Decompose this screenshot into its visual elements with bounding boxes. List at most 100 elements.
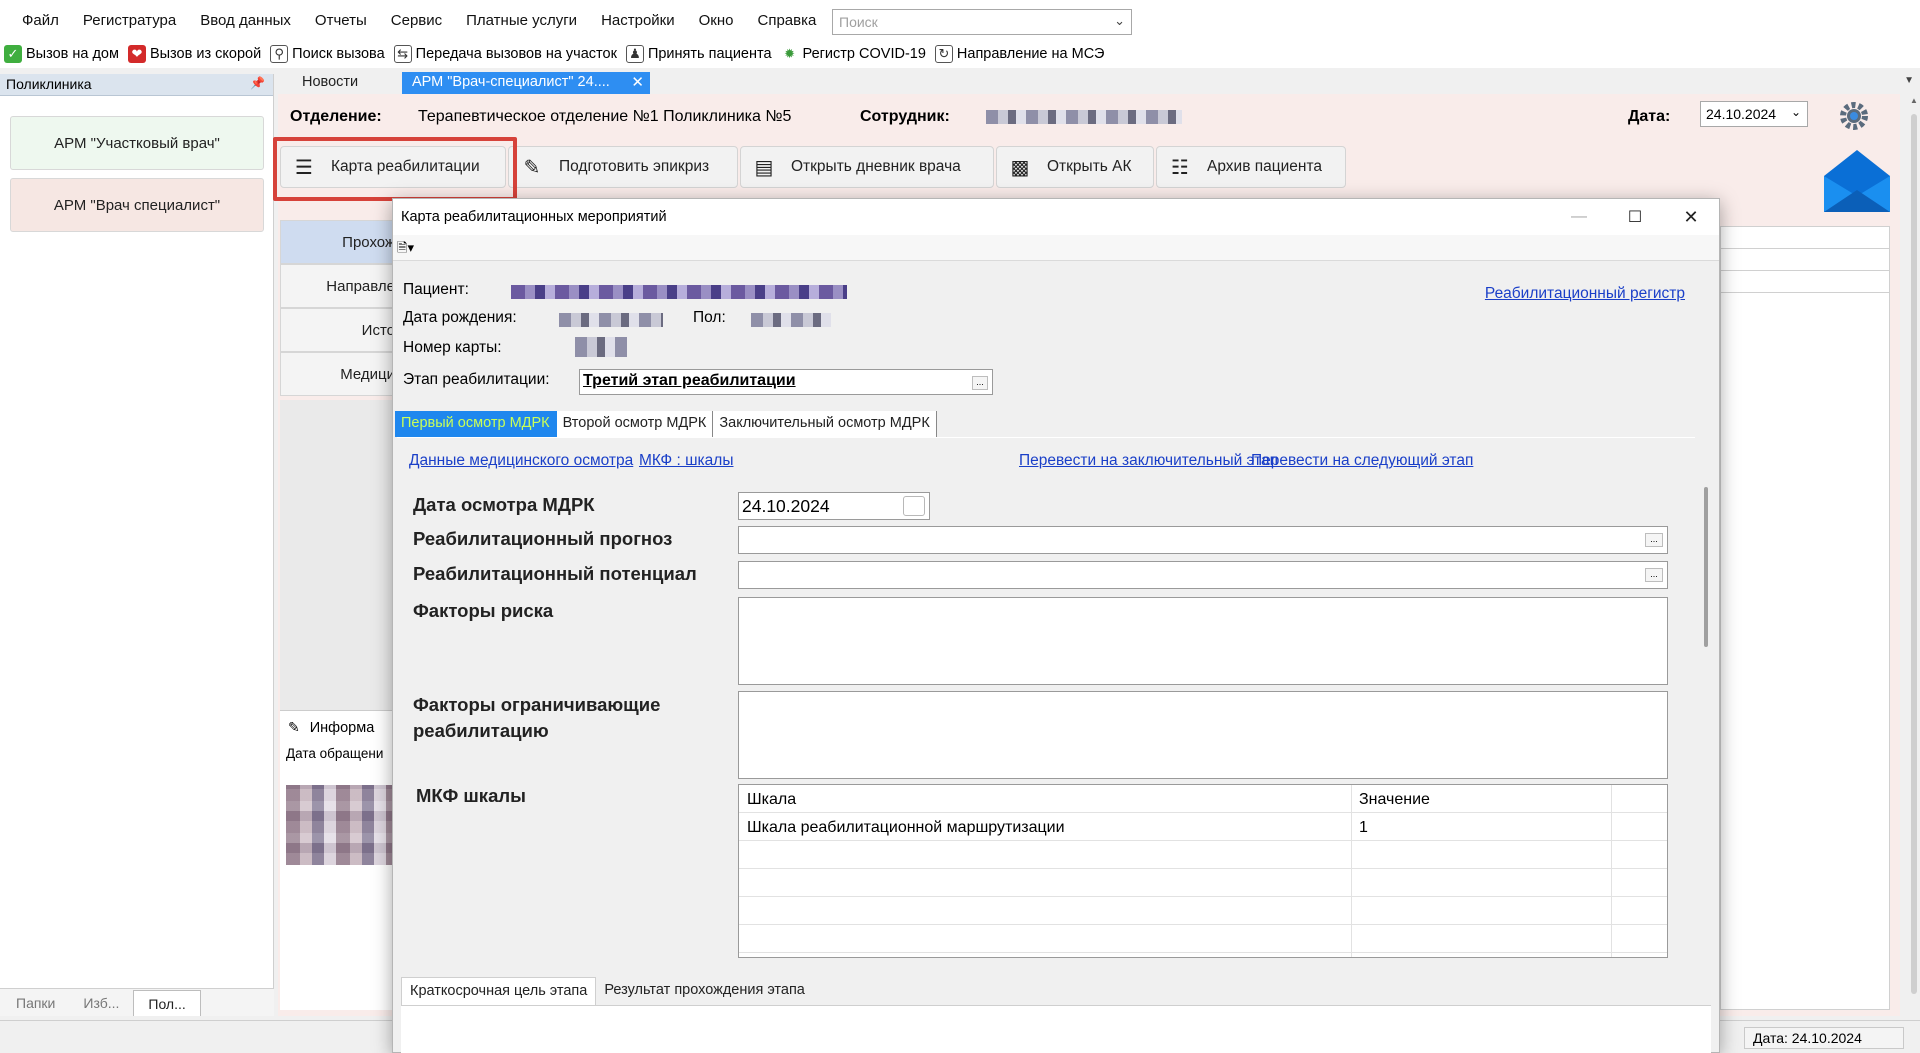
pin-icon[interactable]: 📌 — [250, 76, 265, 90]
menu-settings[interactable]: Настройки — [589, 12, 687, 29]
grid-header-row: Шкала Значение — [739, 785, 1667, 813]
menu-data-entry[interactable]: Ввод данных — [188, 12, 303, 29]
tab-favorites[interactable]: Изб... — [69, 990, 133, 1016]
close-icon[interactable]: ✕ — [1663, 199, 1719, 235]
stage-bottom-tabs: Краткосрочная цель этапа Результат прохо… — [401, 977, 813, 1005]
mkf-scales-grid: Шкала Значение Шкала реабилитационной ма… — [738, 784, 1668, 958]
grid-header-scale[interactable]: Шкала — [747, 791, 796, 809]
heart-icon: ❤ — [127, 45, 146, 63]
tab-first-exam[interactable]: Первый осмотр МДРК — [395, 411, 557, 437]
mse-referral-label: Направление на МСЭ — [956, 46, 1105, 62]
department-value: Терапевтическое отделение №1 Поликлиника… — [418, 108, 792, 125]
tab-short-term-goal[interactable]: Краткосрочная цель этапа — [401, 977, 597, 1005]
medical-exam-link[interactable]: Данные медицинского осмотра — [409, 452, 633, 470]
covid-registry-button[interactable]: ✹ Регистр COVID-19 — [779, 45, 930, 63]
grid-header-value[interactable]: Значение — [1359, 791, 1430, 809]
search-call-button[interactable]: ⚲ Поиск вызова — [268, 45, 389, 63]
rehab-card-button[interactable]: ☰ Карта реабилитации — [273, 137, 517, 201]
scrollbar-thumb[interactable] — [1704, 487, 1708, 647]
chevron-down-icon[interactable]: ⌄ — [1791, 105, 1801, 119]
prognosis-input[interactable]: ... — [738, 526, 1668, 554]
date-picker[interactable]: 24.10.2024 ⌄ — [1700, 101, 1808, 127]
prepare-epicrisis-button[interactable]: ✎ Подготовить эпикриз — [508, 146, 738, 188]
search-input[interactable]: Поиск ⌄ — [832, 9, 1132, 35]
potential-input[interactable]: ... — [738, 561, 1668, 589]
maximize-icon[interactable]: ☐ — [1607, 199, 1663, 235]
blurred-content — [286, 785, 396, 865]
epicrisis-icon: ✎ — [523, 156, 541, 179]
employee-value-blurred — [986, 110, 1182, 124]
chevron-down-icon[interactable]: ▼ — [1904, 75, 1914, 86]
ambulance-call-button[interactable]: ❤ Вызов из скорой — [126, 45, 265, 63]
ellipsis-button[interactable]: ... — [1645, 533, 1663, 547]
tab-arm-specialist[interactable]: АРМ "Врач-специалист" 24.... ✕ — [402, 72, 650, 94]
tab-stage-result[interactable]: Результат прохождения этапа — [596, 977, 813, 1005]
menu-reports[interactable]: Отчеты — [303, 12, 379, 29]
side-nav-item-medical[interactable]: Медици — [280, 352, 400, 396]
accept-patient-button[interactable]: ♟ Принять пациента — [624, 45, 776, 63]
scrollbar-thumb[interactable] — [1911, 114, 1917, 994]
to-next-stage-link[interactable]: Перевести на следующий этап — [1251, 452, 1473, 470]
side-nav-item-passing[interactable]: Прохож — [280, 220, 400, 264]
close-icon[interactable]: ✕ — [631, 73, 644, 91]
gear-icon[interactable] — [1838, 100, 1870, 132]
tab-folders[interactable]: Папки — [2, 990, 69, 1016]
ellipsis-button[interactable]: ... — [1645, 568, 1663, 582]
menu-registry[interactable]: Регистратура — [71, 12, 188, 29]
card-number-blurred — [575, 337, 627, 357]
side-nav-item-history[interactable]: Исто — [280, 308, 400, 352]
to-final-stage-link[interactable]: Перевести на заключительный этап — [1019, 452, 1278, 470]
tab-second-exam[interactable]: Второй осмотр МДРК — [556, 411, 714, 437]
calendar-icon[interactable] — [903, 496, 925, 516]
chevron-down-icon[interactable]: ⌄ — [1114, 13, 1125, 29]
prognosis-label: Реабилитационный прогноз — [413, 528, 673, 549]
tab-final-exam[interactable]: Заключительный осмотр МДРК — [713, 411, 937, 437]
menu-paid-services[interactable]: Платные услуги — [454, 12, 589, 29]
open-ak-button[interactable]: ▩ Открыть АК — [996, 146, 1154, 188]
mse-referral-button[interactable]: ↻ Направление на МСЭ — [933, 45, 1109, 63]
chevron-up-icon[interactable]: ▲ — [1910, 96, 1918, 105]
table-row[interactable] — [739, 925, 1667, 953]
menu-help[interactable]: Справка — [746, 12, 829, 29]
rehab-stage-field[interactable]: Третий этап реабилитации ... — [579, 369, 993, 395]
mkf-scales-link[interactable]: МКФ : шкалы — [639, 452, 733, 470]
tab-polyclinic[interactable]: Пол... — [133, 990, 201, 1016]
ellipsis-button[interactable]: ... — [972, 376, 988, 390]
patient-icon: ♟ — [625, 45, 644, 63]
limiting-factors-textarea[interactable] — [738, 691, 1668, 779]
side-nav-item-referrals[interactable]: Направле — [280, 264, 400, 308]
menu-service[interactable]: Сервис — [379, 12, 454, 29]
minimize-icon[interactable]: — — [1551, 199, 1607, 235]
date-picker-value: 24.10.2024 — [1706, 106, 1777, 122]
table-row[interactable] — [739, 869, 1667, 897]
rehab-card-dialog: Карта реабилитационных мероприятий — ☐ ✕… — [392, 198, 1720, 1053]
arm-specialist-button[interactable]: АРМ "Врач специалист" — [10, 178, 264, 232]
rehab-registry-link[interactable]: Реабилитационный регистр — [1485, 285, 1685, 303]
open-diary-button[interactable]: ▤ Открыть дневник врача — [740, 146, 994, 188]
home-call-button[interactable]: ✓ Вызов на дом — [2, 45, 123, 63]
transfer-calls-button[interactable]: ⇆ Передача вызовов на участок — [392, 45, 621, 63]
table-row[interactable]: Шкала реабилитационной маршрутизации 1 — [739, 813, 1667, 841]
tab-news[interactable]: Новости — [292, 72, 402, 94]
risk-factors-textarea[interactable] — [738, 597, 1668, 685]
table-row[interactable] — [739, 841, 1667, 869]
exam-date-input[interactable]: 24.10.2024 — [738, 492, 930, 520]
mail-icon[interactable] — [1822, 146, 1892, 214]
transfer-icon: ⇆ — [393, 45, 412, 63]
report-menu-icon[interactable]: 🗎▾ — [397, 240, 414, 255]
main-scrollbar[interactable]: ▲ — [1908, 94, 1920, 1016]
menu-window[interactable]: Окно — [687, 12, 746, 29]
left-panel-tabs: Папки Изб... Пол... — [0, 988, 274, 1016]
tab-arm-specialist-label: АРМ "Врач-специалист" 24.... — [412, 74, 610, 90]
left-panel: Поликлиника 📌 АРМ "Участковый врач" АРМ … — [0, 74, 274, 1016]
exam-panel-scrollbar[interactable] — [1700, 457, 1714, 962]
potential-label: Реабилитационный потенциал — [413, 563, 697, 584]
sex-value-blurred — [751, 313, 831, 327]
menu-file[interactable]: Файл — [10, 12, 71, 29]
short-term-goal-panel[interactable] — [401, 1005, 1711, 1053]
dialog-toolbar: 🗎▾ — [393, 235, 1719, 261]
patient-archive-button[interactable]: ☷ Архив пациента — [1156, 146, 1346, 188]
arm-district-doctor-button[interactable]: АРМ "Участковый врач" — [10, 116, 264, 170]
info-panel-header: ✎ Информа — [280, 711, 400, 744]
table-row[interactable] — [739, 897, 1667, 925]
